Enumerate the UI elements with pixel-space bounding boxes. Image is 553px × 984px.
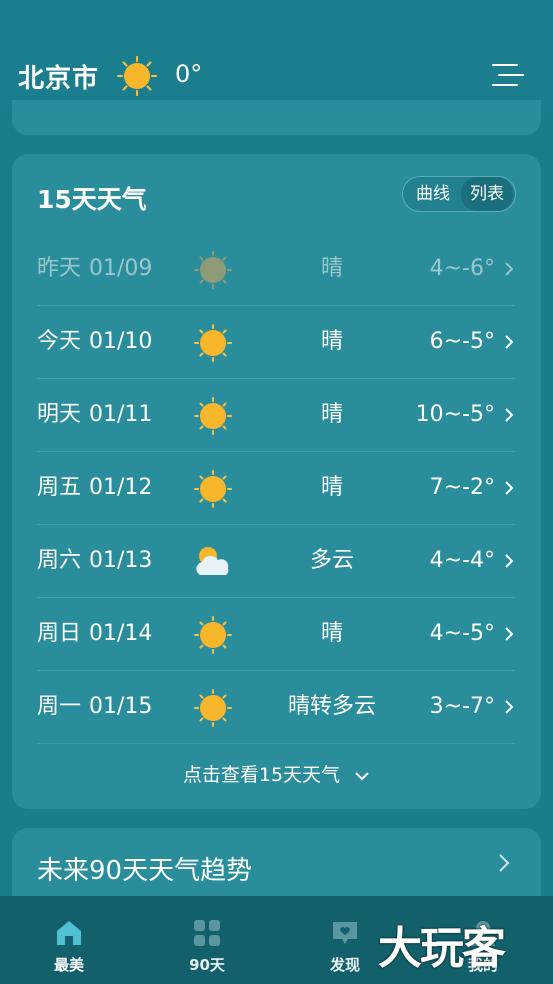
chevron-right-icon <box>505 262 514 276</box>
row-date: 01/14 <box>89 621 153 646</box>
cloud-sun-icon <box>196 547 229 575</box>
tab-home[interactable]: 最美 <box>24 896 114 984</box>
row-day: 明天 <box>37 402 82 427</box>
sun-icon <box>194 689 232 727</box>
watermark-logo: 大玩客 <box>378 923 506 974</box>
forecast-row[interactable]: 明天 01/11 晴 10~-5° <box>37 379 515 452</box>
forecast-row[interactable]: 今天 01/10 晴 6~-5° <box>37 306 515 379</box>
chevron-right-icon <box>499 854 510 872</box>
row-day: 周一 <box>37 694 82 719</box>
forecast-title: 15天天气 <box>37 185 147 214</box>
forecast-row[interactable]: 周日 01/14 晴 4~-5° <box>37 598 515 671</box>
tab-90-days[interactable]: 90天 <box>162 896 252 984</box>
tab-home-label: 最美 <box>53 956 84 974</box>
row-temperature-range: 4~-4° <box>429 548 495 573</box>
row-temperature-range: 7~-2° <box>429 475 495 500</box>
view-15-day-link[interactable]: 点击查看15天天气 <box>12 760 541 787</box>
row-condition: 多云 <box>309 548 354 573</box>
forecast-row[interactable]: 昨天 01/09 晴 4~-6° <box>37 233 515 306</box>
previous-card-edge <box>12 100 541 135</box>
sun-icon <box>194 397 232 435</box>
row-day: 昨天 <box>37 256 82 281</box>
menu-icon[interactable] <box>492 62 524 88</box>
row-day: 今天 <box>37 329 82 354</box>
row-date: 01/13 <box>89 548 153 573</box>
row-date: 01/11 <box>89 402 153 427</box>
row-temperature-range: 3~-7° <box>429 694 495 719</box>
forecast-row[interactable]: 周一 01/15 晴转多云 3~-7° <box>37 671 515 744</box>
row-condition: 晴转多云 <box>287 694 376 719</box>
row-day: 周五 <box>37 475 82 500</box>
chevron-right-icon <box>505 481 514 495</box>
tab-90-days-label: 90天 <box>189 956 225 974</box>
sun-icon <box>194 470 232 508</box>
forecast-row[interactable]: 周五 01/12 晴 7~-2° <box>37 452 515 525</box>
row-condition: 晴 <box>320 621 343 646</box>
toggle-curve[interactable]: 曲线 <box>409 177 457 211</box>
chat-icon <box>333 922 357 944</box>
sun-icon <box>194 251 232 289</box>
city-name[interactable]: 北京市 <box>18 58 99 95</box>
app-header: 北京市 0° <box>0 0 553 112</box>
row-date: 01/10 <box>89 329 153 354</box>
row-date: 01/12 <box>89 475 153 500</box>
row-date: 01/09 <box>89 256 153 281</box>
chevron-down-icon <box>355 771 369 780</box>
row-condition: 晴 <box>320 402 343 427</box>
forecast-row[interactable]: 周六 01/13 多云 4~-4° <box>37 525 515 598</box>
row-temperature-range: 6~-5° <box>429 329 495 354</box>
sun-icon <box>194 616 232 654</box>
row-condition: 晴 <box>320 475 343 500</box>
tab-discover[interactable]: 发现 <box>300 896 390 984</box>
row-temperature-range: 4~-5° <box>429 621 495 646</box>
current-temperature: 0° <box>175 60 203 88</box>
row-condition: 晴 <box>320 329 343 354</box>
chevron-right-icon <box>505 627 514 641</box>
row-day: 周六 <box>37 548 82 573</box>
row-day: 周日 <box>37 621 82 646</box>
forecast-card: 15天天气 曲线 列表 昨天 01/09 晴 4~-6° 今天 01/10 晴 … <box>12 154 541 809</box>
grid-icon <box>194 920 220 946</box>
chevron-right-icon <box>505 554 514 568</box>
row-condition: 晴 <box>320 256 343 281</box>
sun-icon <box>117 56 157 96</box>
sun-icon <box>194 324 232 362</box>
trend-title: 未来90天天气趋势 <box>37 856 253 886</box>
home-icon <box>57 921 81 945</box>
view-toggle[interactable]: 曲线 列表 <box>402 176 516 212</box>
tab-discover-label: 发现 <box>329 956 360 974</box>
row-temperature-range: 10~-5° <box>415 402 495 427</box>
chevron-right-icon <box>505 700 514 714</box>
toggle-list[interactable]: 列表 <box>461 177 513 211</box>
row-temperature-range: 4~-6° <box>429 256 495 281</box>
chevron-right-icon <box>505 408 514 422</box>
view-15-day-label: 点击查看15天天气 <box>182 764 341 786</box>
row-date: 01/15 <box>89 694 153 719</box>
chevron-right-icon <box>505 335 514 349</box>
